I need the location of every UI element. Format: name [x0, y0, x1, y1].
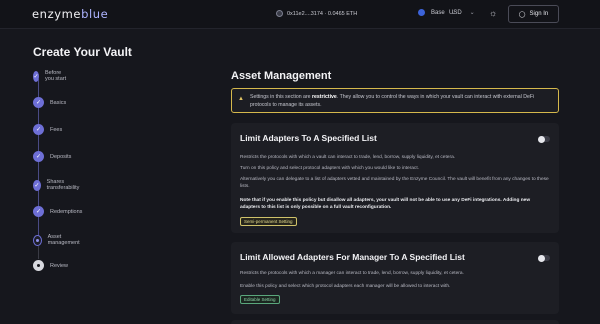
top-bar: enzymeblue 0x11e2....3174 · 0.0465 ETH B…: [0, 0, 600, 29]
sign-in-label: Sign In: [529, 11, 549, 17]
editable-setting-badge: Editable Setting: [240, 295, 280, 304]
check-icon: ✓: [33, 97, 44, 108]
step-redemptions[interactable]: ✓ Redemptions: [33, 206, 82, 217]
card-description: Restricts the protocols with which a vau…: [240, 155, 456, 160]
check-icon: ✓: [33, 179, 41, 191]
card-description: Turn on this policy and select protocol …: [240, 166, 419, 171]
limit-manager-adapters-card: Limit Allowed Adapters For Manager To A …: [231, 242, 559, 314]
step-label: Basics: [50, 99, 67, 106]
card-title: Limit Allowed Adapters For Manager To A …: [240, 252, 465, 262]
step-label: Review: [50, 262, 69, 269]
wallet-button[interactable]: 0x11e2....3174 · 0.0465 ETH: [276, 10, 357, 17]
limit-manager-adapters-toggle[interactable]: [538, 254, 550, 262]
restrictive-warning: ▲ Settings in this section are restricti…: [231, 88, 559, 113]
sign-in-button[interactable]: ◯ Sign In: [508, 5, 559, 23]
warning-icon: ▲: [238, 96, 244, 102]
step-label: Shares transferability: [46, 179, 80, 191]
active-step-icon: [33, 234, 42, 246]
step-label: Fees: [50, 126, 63, 133]
semi-permanent-badge: Semi-permanent Setting: [240, 217, 297, 226]
page-title: Create Your Vault: [33, 45, 132, 59]
currency-selector[interactable]: USD ⌄: [449, 9, 475, 17]
wallet-address: 0x11e2....3174 · 0.0465 ETH: [287, 10, 358, 17]
user-icon: ◯: [518, 11, 526, 18]
sun-icon[interactable]: ☼: [489, 8, 497, 18]
card-description: Enable this policy and select which prot…: [240, 284, 451, 289]
check-icon: ✓: [33, 124, 44, 135]
enzyme-logo[interactable]: enzymeblue: [32, 7, 108, 21]
limit-adapters-card: Limit Adapters To A Specified List Restr…: [231, 123, 559, 233]
network-label: Base: [431, 9, 445, 16]
base-network-icon: [418, 9, 425, 16]
step-before-you-start[interactable]: ✓ Before you start: [33, 70, 66, 82]
warning-emphasis: restrictive: [312, 94, 337, 100]
step-shares-transferability[interactable]: ✓ Shares transferability: [33, 179, 83, 191]
step-label: Deposits: [50, 153, 72, 160]
chevron-down-icon: ⌄: [469, 10, 475, 16]
card-note: Note that if you enable this policy but …: [240, 198, 531, 211]
currency-label: USD: [449, 9, 462, 16]
check-icon: ✓: [33, 151, 44, 162]
step-fees[interactable]: ✓ Fees: [33, 124, 62, 135]
pending-step-icon: [33, 260, 44, 271]
logo-accent-text: blue: [81, 7, 109, 21]
step-label: Before you start: [45, 70, 67, 82]
next-card: [231, 320, 559, 324]
step-asset-management[interactable]: Asset management: [33, 234, 82, 246]
limit-adapters-toggle[interactable]: [538, 135, 550, 143]
step-basics[interactable]: ✓ Basics: [33, 97, 66, 108]
step-deposits[interactable]: ✓ Deposits: [33, 151, 71, 162]
card-description: Alternatively you can delegate to a list…: [240, 177, 549, 190]
step-review[interactable]: Review: [33, 260, 68, 271]
logo-main-text: enzyme: [32, 7, 82, 21]
card-title: Limit Adapters To A Specified List: [240, 133, 377, 143]
warning-prefix: Settings in this section are: [250, 94, 312, 100]
step-label: Asset management: [47, 234, 80, 246]
wallet-avatar-icon: [276, 10, 283, 17]
step-label: Redemptions: [50, 208, 83, 215]
check-icon: ✓: [33, 70, 40, 82]
stepper-line: [38, 246, 39, 259]
check-icon: ✓: [33, 206, 44, 217]
card-description: Restricts the protocols with which a man…: [240, 271, 464, 276]
section-title: Asset Management: [231, 70, 332, 82]
